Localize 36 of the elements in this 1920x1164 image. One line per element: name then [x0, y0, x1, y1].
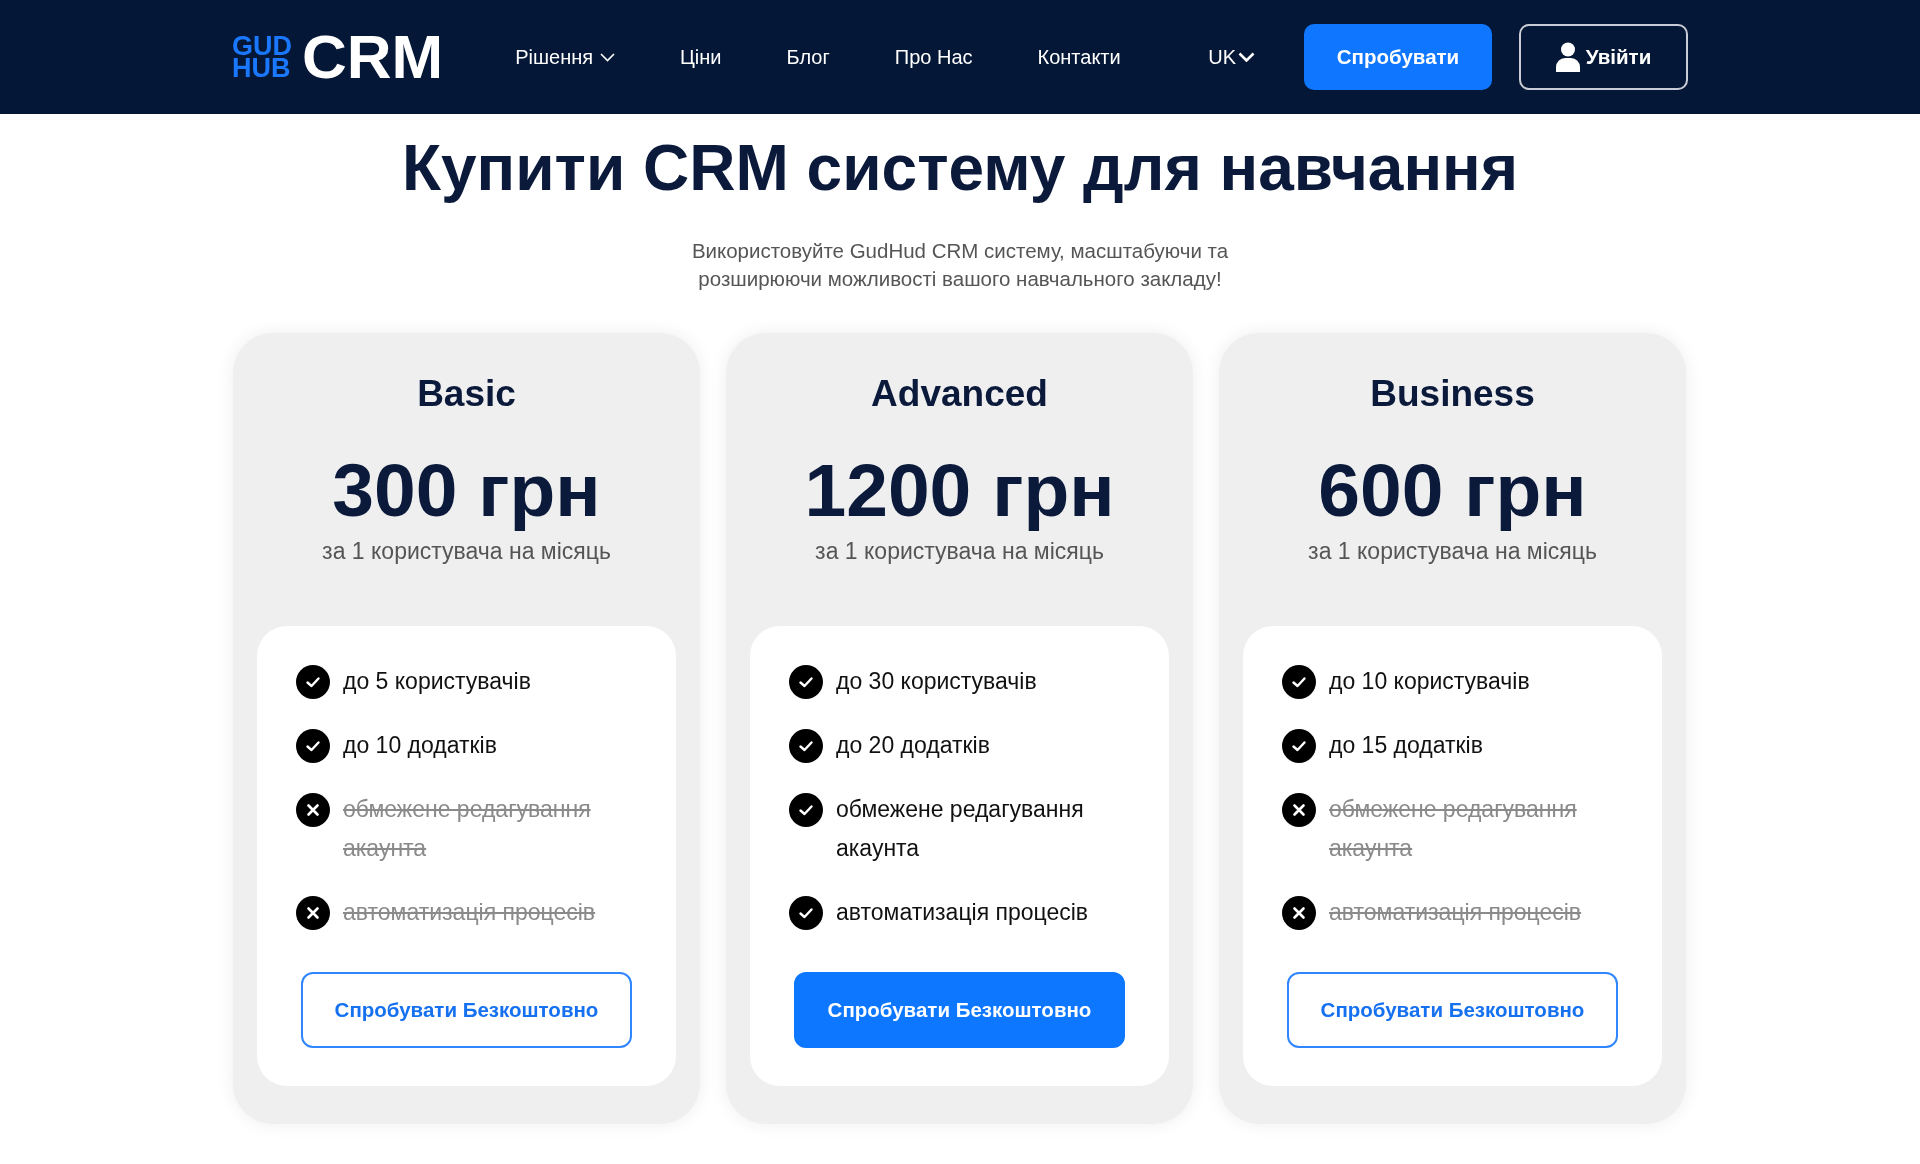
- nav-link[interactable]: Ціни: [680, 45, 722, 69]
- feature-text: автоматизація процесів: [343, 898, 596, 927]
- feature-text: до 20 додатків: [836, 731, 990, 760]
- free-trial-button[interactable]: Спробувати Безкоштовно: [1287, 972, 1618, 1048]
- free-trial-button[interactable]: Спробувати Безкоштовно: [301, 972, 632, 1048]
- feature-text: обмежене редагування акаунта: [836, 795, 1085, 863]
- price-period: за 1 користувача на місяць: [815, 537, 1104, 565]
- plan-price: 600 грн: [1318, 448, 1587, 532]
- plan-price: 300 грн: [332, 448, 601, 532]
- page-title: Купити CRM систему для навчання: [401, 132, 1519, 204]
- plan-name: Business: [1370, 372, 1535, 416]
- nav-link[interactable]: Контакти: [1037, 45, 1121, 69]
- price-period: за 1 користувача на місяць: [1308, 537, 1597, 565]
- user-icon: [1555, 42, 1580, 72]
- feature-text: до 5 користувачів: [343, 667, 531, 696]
- nav-link[interactable]: Рішення: [515, 45, 616, 69]
- plan-name: Advanced: [871, 372, 1048, 416]
- try-button[interactable]: Спробувати: [1304, 24, 1492, 90]
- chevron-down-icon: [1238, 52, 1255, 62]
- feature-text: автоматизація процесів: [836, 898, 1089, 927]
- feature-text: обмежене редагування акаунта: [343, 795, 592, 863]
- free-trial-button[interactable]: Спробувати Безкоштовно: [794, 972, 1125, 1048]
- plan-price: 1200 грн: [804, 448, 1115, 532]
- language-selector[interactable]: UK: [1208, 45, 1255, 69]
- feature-text: до 10 користувачів: [1329, 667, 1530, 696]
- feature-text: до 30 користувачів: [836, 667, 1037, 696]
- login-button[interactable]: Увійти: [1519, 24, 1688, 90]
- page-subtitle: Використовуйте GudHud CRM систему, масштабуючи та розширюючи можливості вашого навчального закладу!: [690, 238, 1230, 292]
- feature-text: обмежене редагування акаунта: [1329, 795, 1578, 863]
- feature-text: автоматизація процесів: [1329, 898, 1582, 927]
- feature-text: до 10 додатків: [343, 731, 497, 760]
- nav-link[interactable]: Блог: [786, 45, 830, 69]
- nav-link[interactable]: Про Нас: [894, 45, 973, 69]
- price-period: за 1 користувача на місяць: [322, 537, 611, 565]
- plan-name: Basic: [417, 372, 516, 416]
- feature-text: до 15 додатків: [1329, 731, 1483, 760]
